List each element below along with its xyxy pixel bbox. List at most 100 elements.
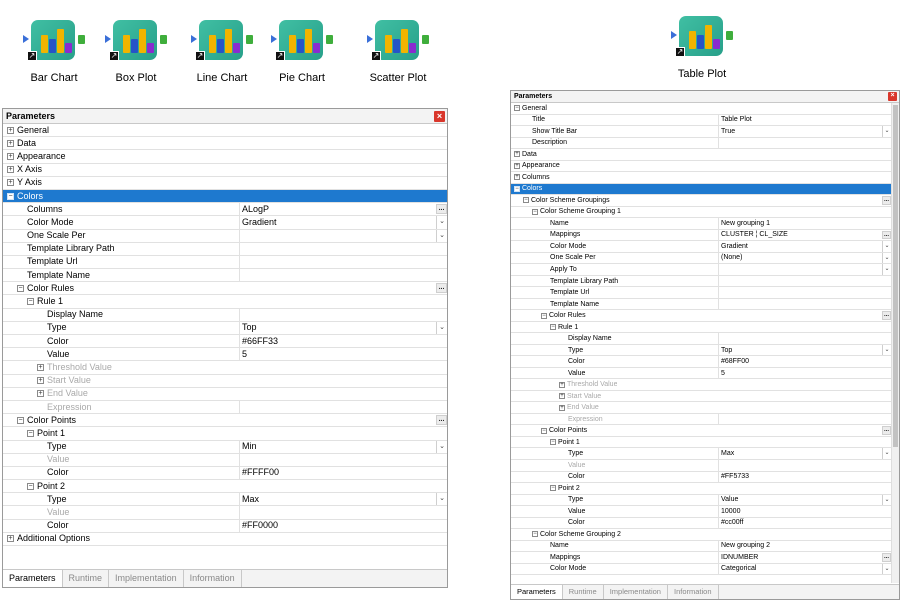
- collapse-icon[interactable]: −: [523, 197, 529, 204]
- property-row[interactable]: Color #FF0000: [3, 519, 447, 533]
- property-row[interactable]: Name New grouping 2: [511, 540, 891, 553]
- property-row[interactable]: Template Name: [3, 269, 447, 283]
- output-port-icon[interactable]: [246, 35, 253, 44]
- property-value[interactable]: [719, 460, 891, 471]
- property-row[interactable]: − Color Scheme Groupings...: [511, 195, 891, 207]
- expand-icon[interactable]: +: [7, 152, 14, 160]
- collapse-icon[interactable]: −: [550, 324, 556, 331]
- property-value[interactable]: New grouping 2: [719, 541, 891, 552]
- collapse-icon[interactable]: −: [27, 298, 34, 306]
- property-row[interactable]: Value 10000: [511, 506, 891, 518]
- chevron-down-icon[interactable]: ⌄: [882, 126, 891, 137]
- property-value[interactable]: [240, 243, 447, 255]
- collapse-icon[interactable]: −: [27, 482, 34, 490]
- ellipsis-button[interactable]: ...: [436, 283, 447, 294]
- chevron-down-icon[interactable]: ⌄: [882, 563, 891, 575]
- property-value[interactable]: [719, 138, 891, 149]
- input-port-icon[interactable]: [271, 35, 277, 43]
- collapse-icon[interactable]: −: [7, 192, 14, 200]
- property-row[interactable]: − Point 2: [511, 483, 891, 495]
- property-value[interactable]: Max ⌄: [719, 448, 891, 459]
- property-value[interactable]: 10000: [719, 506, 891, 517]
- property-row[interactable]: Expression: [3, 400, 447, 415]
- chevron-down-icon[interactable]: ⌄: [436, 321, 447, 334]
- property-row[interactable]: Color Mode Gradient ⌄: [511, 241, 891, 253]
- property-row[interactable]: + General: [3, 124, 447, 138]
- property-row[interactable]: − Rule 1: [511, 322, 891, 334]
- property-row[interactable]: − Point 2: [3, 480, 447, 494]
- chevron-down-icon[interactable]: ⌄: [882, 241, 891, 252]
- property-row[interactable]: Value 5: [511, 367, 891, 380]
- property-value[interactable]: [240, 256, 447, 268]
- property-row[interactable]: Color #cc00ff: [511, 517, 891, 530]
- property-row[interactable]: Type Max ⌄: [3, 493, 447, 507]
- ellipsis-button[interactable]: ...: [882, 553, 891, 562]
- property-row[interactable]: Template Url: [3, 255, 447, 270]
- collapse-icon[interactable]: −: [17, 284, 24, 292]
- property-row[interactable]: One Scale Per ⌄: [3, 229, 447, 243]
- close-icon[interactable]: ×: [434, 111, 445, 122]
- collapse-icon[interactable]: −: [514, 105, 520, 112]
- property-row[interactable]: Template Library Path: [3, 242, 447, 256]
- expand-icon[interactable]: +: [7, 166, 14, 174]
- property-value[interactable]: [719, 287, 891, 298]
- property-value[interactable]: #cc00ff: [719, 518, 891, 529]
- property-value[interactable]: #68FF00: [719, 356, 891, 367]
- input-port-icon[interactable]: [367, 35, 373, 43]
- property-value[interactable]: Gradient ⌄: [719, 241, 891, 252]
- collapse-icon[interactable]: −: [541, 312, 547, 319]
- output-port-icon[interactable]: [78, 35, 85, 44]
- expand-icon[interactable]: +: [7, 126, 14, 134]
- expand-icon[interactable]: +: [37, 377, 44, 385]
- property-row[interactable]: − Colors: [511, 183, 891, 196]
- output-port-icon[interactable]: [160, 35, 167, 44]
- property-row[interactable]: Title Table Plot: [511, 114, 891, 127]
- property-row[interactable]: + Start Value: [3, 375, 447, 388]
- property-row[interactable]: + Appearance: [3, 150, 447, 164]
- property-value[interactable]: 5: [240, 348, 447, 360]
- property-value[interactable]: Gradient ⌄: [240, 216, 447, 229]
- output-port-icon[interactable]: [326, 35, 333, 44]
- input-port-icon[interactable]: [191, 35, 197, 43]
- chevron-down-icon[interactable]: ⌄: [436, 229, 447, 242]
- property-row[interactable]: − General: [511, 103, 891, 115]
- property-value[interactable]: [240, 269, 447, 281]
- tab-runtime[interactable]: Runtime: [63, 570, 110, 587]
- property-row[interactable]: Template Url: [511, 287, 891, 299]
- collapse-icon[interactable]: −: [27, 429, 34, 437]
- tab-implementation[interactable]: Implementation: [604, 585, 668, 599]
- input-port-icon[interactable]: [105, 35, 111, 43]
- expand-icon[interactable]: +: [514, 162, 520, 169]
- property-row[interactable]: + Additional Options: [3, 533, 447, 546]
- node-box-plot[interactable]: ↗ Box Plot: [88, 20, 184, 84]
- ellipsis-button[interactable]: ...: [882, 230, 891, 240]
- property-row[interactable]: + Data: [511, 149, 891, 161]
- property-row[interactable]: Display Name: [511, 333, 891, 345]
- tab-runtime[interactable]: Runtime: [563, 585, 604, 599]
- property-value[interactable]: #FF5733: [719, 472, 891, 483]
- property-row[interactable]: Value 5: [3, 348, 447, 362]
- property-value[interactable]: #FF0000: [240, 520, 447, 532]
- property-row[interactable]: Type Max ⌄: [511, 448, 891, 460]
- property-value[interactable]: [240, 309, 447, 321]
- property-row[interactable]: Color #FF5733: [511, 471, 891, 484]
- property-row[interactable]: − Rule 1: [3, 295, 447, 309]
- expand-icon[interactable]: +: [514, 151, 520, 158]
- expand-icon[interactable]: +: [559, 381, 565, 388]
- chevron-down-icon[interactable]: ⌄: [882, 252, 891, 264]
- property-row[interactable]: Show Title Bar True ⌄: [511, 126, 891, 138]
- property-row[interactable]: − Color Scheme Grouping 1: [511, 207, 891, 219]
- tab-information[interactable]: Information: [184, 570, 242, 587]
- property-value[interactable]: #66FF33: [240, 335, 447, 347]
- property-row[interactable]: Expression: [511, 413, 891, 426]
- property-row[interactable]: + End Value: [3, 388, 447, 401]
- ellipsis-button[interactable]: ...: [882, 311, 891, 320]
- property-row[interactable]: + Start Value: [511, 391, 891, 403]
- property-row[interactable]: Value: [3, 453, 447, 467]
- expand-icon[interactable]: +: [559, 404, 565, 411]
- property-value[interactable]: CLUSTER ¦ CL_SIZE...: [719, 230, 891, 241]
- property-row[interactable]: Color #66FF33: [3, 335, 447, 349]
- property-row[interactable]: + End Value: [511, 402, 891, 414]
- input-port-icon[interactable]: [23, 35, 29, 43]
- expand-icon[interactable]: +: [559, 393, 565, 400]
